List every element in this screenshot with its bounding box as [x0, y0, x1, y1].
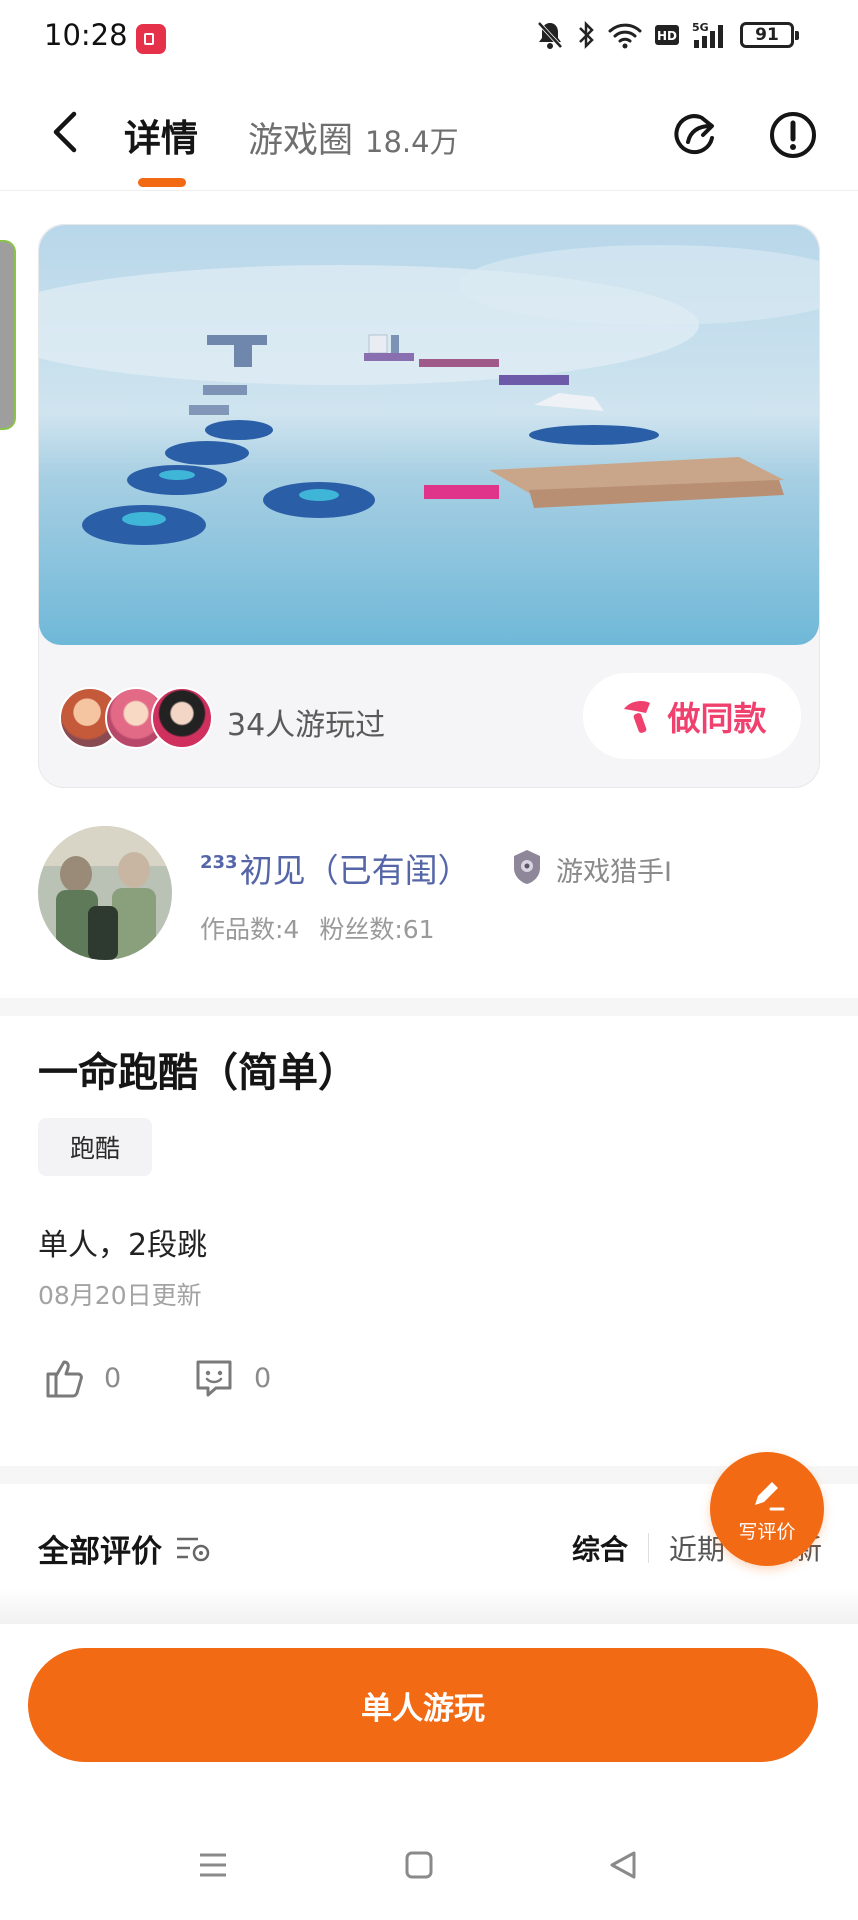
nav-back-icon[interactable]	[608, 1850, 638, 1880]
signal-5g-icon: 5G	[692, 21, 723, 48]
share-icon	[674, 114, 714, 155]
game-tag[interactable]: 跑酷	[38, 1118, 152, 1176]
make-same-button[interactable]: 做同款	[583, 673, 801, 759]
game-preview-image[interactable]	[39, 225, 819, 645]
game-description: 单人，2段跳	[38, 1228, 208, 1263]
nav-menu-icon[interactable]	[198, 1850, 228, 1880]
works-count: 作品数:4	[200, 915, 300, 944]
svg-text:5G: 5G	[692, 21, 709, 34]
status-icons: HD 5G 91	[536, 20, 799, 50]
write-review-button[interactable]: 写评价	[710, 1452, 824, 1566]
author-stats: 作品数:4 粉丝数:61	[200, 910, 435, 946]
author-name[interactable]: 233初见（已有闺）	[200, 844, 471, 892]
play-solo-button[interactable]: 单人游玩	[28, 1648, 818, 1762]
game-title: 一命跑酷（简单）	[38, 1050, 358, 1096]
wifi-icon	[608, 23, 642, 49]
sort-separator	[648, 1533, 650, 1563]
nav-home-icon[interactable]	[404, 1850, 434, 1880]
status-time: 10:28	[44, 18, 128, 52]
comment-icon	[196, 1360, 232, 1397]
player-avatars	[59, 687, 219, 749]
chevron-left-icon	[53, 111, 77, 153]
played-count: 34人游玩过	[227, 708, 386, 743]
tab-active-indicator	[138, 178, 186, 187]
pencil-icon	[755, 1481, 785, 1510]
mute-bell-icon	[537, 21, 563, 49]
hammer-icon	[623, 701, 650, 733]
tab-game-circle-count: 18.4万	[365, 125, 459, 159]
author-name-prefix: 233	[200, 852, 238, 873]
player-avatar	[151, 687, 213, 749]
reviews-header: 全部评价	[38, 1526, 212, 1571]
bluetooth-icon	[579, 20, 594, 50]
like-count: 0	[104, 1362, 122, 1394]
author-avatar[interactable]	[38, 826, 172, 960]
fans-count: 粉丝数:61	[319, 915, 435, 944]
write-review-label: 写评价	[738, 1520, 796, 1543]
comment-count: 0	[254, 1362, 272, 1394]
section-divider	[0, 998, 858, 1016]
reviews-fade	[0, 1588, 858, 1624]
update-time: 08月20日更新	[38, 1281, 202, 1310]
tab-detail[interactable]: 详情	[124, 108, 198, 162]
screen-record-icon	[136, 24, 166, 54]
like-button[interactable]: 0	[42, 1356, 121, 1400]
badge-label: 游戏猎手I	[556, 857, 672, 888]
tab-game-circle[interactable]: 游戏圈 18.4万	[248, 112, 459, 163]
author-name-text: 初见（已有闺）	[239, 851, 471, 890]
alert-icon	[770, 112, 816, 158]
filter-icon[interactable]	[174, 1532, 212, 1566]
svg-text:HD: HD	[657, 29, 677, 43]
preview-card: 34人游玩过 做同款	[38, 224, 820, 788]
badge-icon	[510, 848, 544, 886]
floating-side-tab[interactable]	[0, 240, 16, 430]
make-same-label: 做同款	[667, 699, 767, 738]
report-button[interactable]	[766, 108, 820, 162]
header-divider	[0, 190, 858, 191]
hd-icon: HD	[655, 25, 679, 45]
reviews-title: 全部评价	[38, 1534, 162, 1570]
thumbs-up-icon	[46, 1360, 83, 1398]
share-button[interactable]	[668, 108, 722, 162]
comment-button[interactable]: 0	[192, 1356, 271, 1400]
battery-icon: 91	[740, 22, 799, 48]
tab-game-circle-label: 游戏圈	[248, 121, 354, 161]
sort-option-overall[interactable]: 综合	[572, 1528, 628, 1568]
back-button[interactable]	[44, 106, 88, 158]
